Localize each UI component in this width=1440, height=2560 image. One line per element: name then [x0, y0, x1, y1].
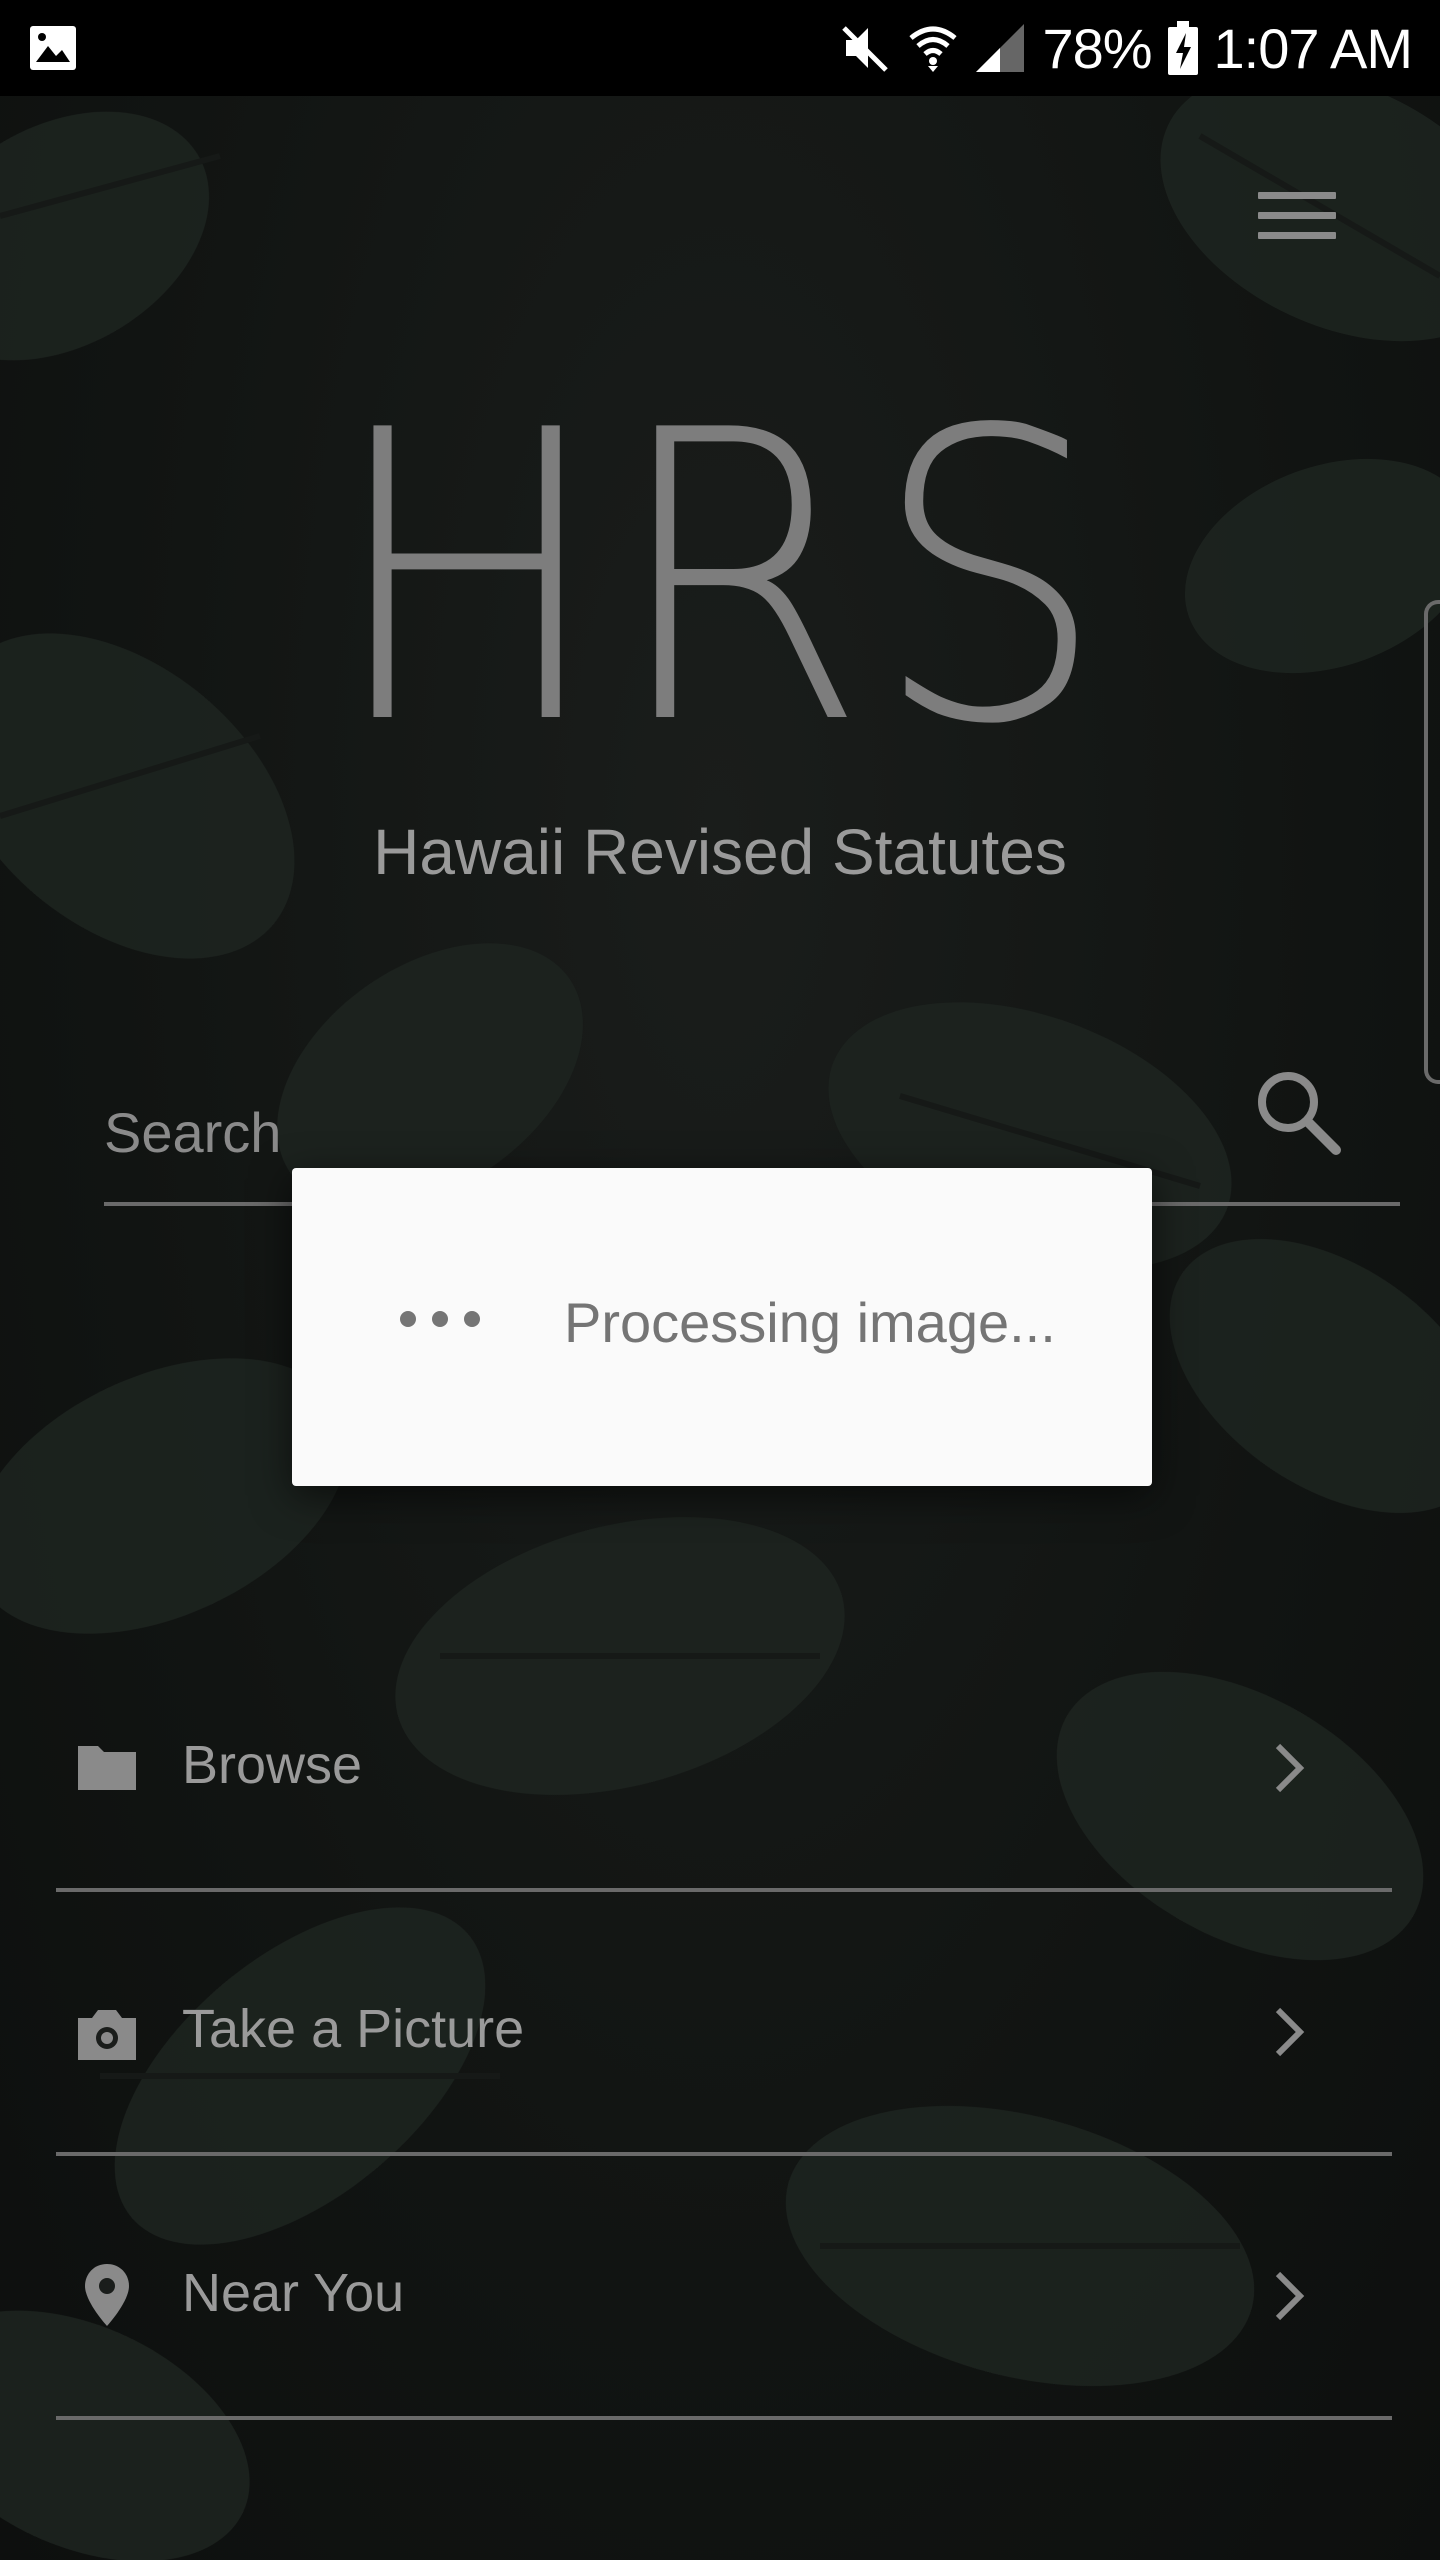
wifi-icon	[908, 20, 958, 76]
chevron-right-icon	[1268, 2268, 1308, 2329]
nav-item-label: Near You	[182, 2263, 405, 2323]
app-subtitle: Hawaii Revised Statutes	[373, 816, 1067, 888]
nav-item-label: Browse	[182, 1735, 363, 1795]
folder-icon	[74, 1742, 140, 1799]
chevron-right-icon	[1268, 1740, 1308, 1801]
battery-charging-icon	[1167, 21, 1198, 75]
chevron-right-icon	[1268, 2004, 1308, 2065]
mute-icon	[840, 22, 892, 74]
search-input[interactable]: Search	[104, 1100, 281, 1165]
nav-item-near-you[interactable]: Near You	[56, 2152, 1392, 2420]
signal-icon	[974, 22, 1026, 74]
nav-item-browse[interactable]: Browse	[56, 1624, 1392, 1892]
battery-percent: 78%	[1042, 16, 1152, 80]
processing-dialog: Processing image...	[292, 1168, 1152, 1486]
app-logo: HRS	[328, 347, 1112, 812]
clock: 1:07 AM	[1213, 16, 1413, 80]
loading-dots-icon	[400, 1311, 480, 1327]
location-pin-icon	[82, 2262, 132, 2333]
dialog-message: Processing image...	[564, 1291, 1056, 1354]
nav-item-label: Take a Picture	[182, 1999, 525, 2059]
image-notification-icon	[28, 24, 78, 77]
camera-icon	[74, 2006, 140, 2069]
nav-item-take-a-picture[interactable]: Take a Picture	[56, 1888, 1392, 2156]
hamburger-menu-icon[interactable]	[1258, 188, 1342, 248]
search-icon[interactable]	[1250, 1064, 1346, 1165]
status-bar: 78% 1:07 AM	[0, 0, 1440, 96]
